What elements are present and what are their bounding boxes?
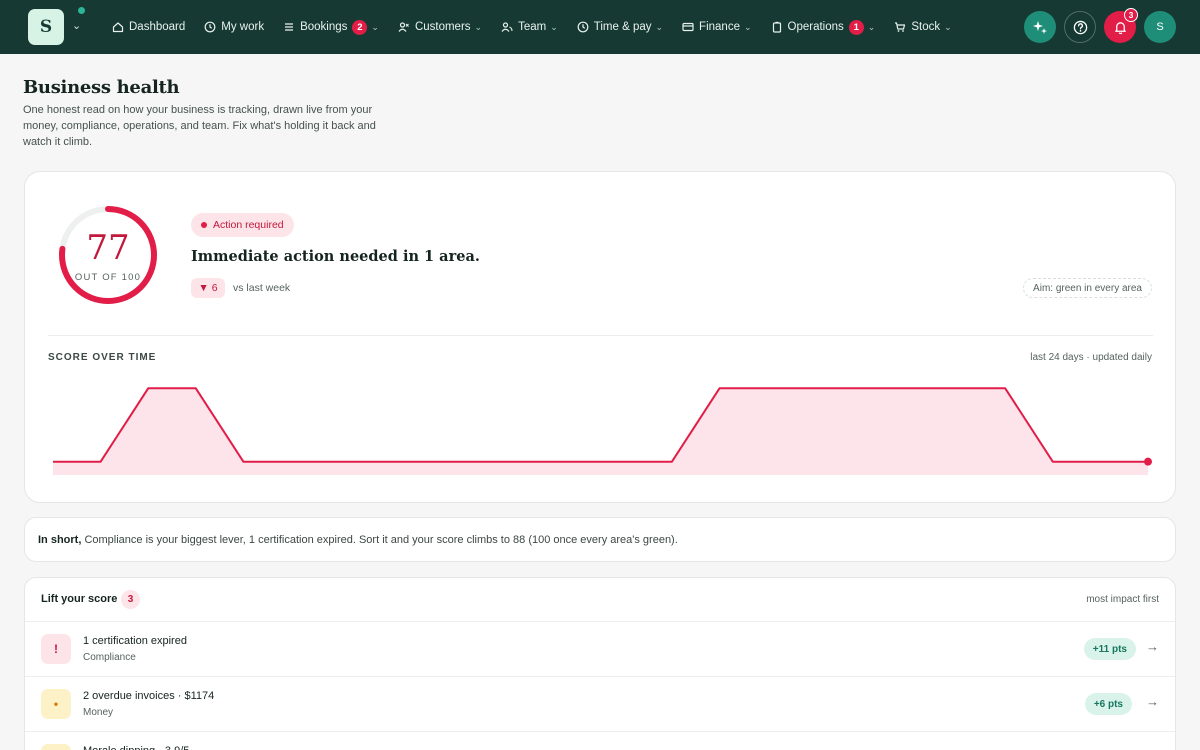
nav-item-my-work[interactable]: My work xyxy=(204,21,264,33)
chevron-down-icon: ⌄ xyxy=(655,21,664,32)
status-badge: Action required xyxy=(191,213,294,237)
team-icon xyxy=(501,22,513,32)
card-icon xyxy=(682,22,694,32)
nav-actions: 3 S xyxy=(1016,8,1176,43)
top-nav: S ⌄ Dashboard My work Bookings 2 ⌄ Customers ⌄… xyxy=(0,0,1200,54)
arrow-right-icon[interactable]: → xyxy=(1146,694,1159,709)
alert-icon: ! xyxy=(41,634,71,664)
nav-item-label: Finance xyxy=(699,21,740,33)
points-badge: +11 pts xyxy=(1083,638,1136,660)
nav-item-stock[interactable]: Stock ⌄ xyxy=(894,21,952,33)
workspace-chevron-down-icon[interactable]: ⌄ xyxy=(72,19,81,32)
lift-item-title: 2 overdue invoices · $1174 xyxy=(83,690,215,702)
divider xyxy=(48,335,1153,336)
online-status-dot xyxy=(78,7,85,14)
score-out-of: OUT OF 100 xyxy=(74,272,142,283)
score-ring: 77 OUT OF 100 xyxy=(57,204,159,306)
list-icon xyxy=(285,23,294,31)
nav-item-badge: 2 xyxy=(352,19,368,35)
arrow-right-icon[interactable]: → xyxy=(1146,639,1159,654)
chevron-down-icon: ⌄ xyxy=(944,21,952,32)
nav-item-label: Dashboard xyxy=(129,21,186,33)
score-value: 77 xyxy=(86,228,130,268)
nav-item-label: Operations xyxy=(787,21,844,33)
user-avatar[interactable]: S xyxy=(1144,11,1176,43)
points-badge: +6 pts xyxy=(1084,693,1132,715)
chevron-down-icon: ⌄ xyxy=(371,21,379,32)
chevron-down-icon: ⌄ xyxy=(474,21,483,32)
ai-assistant-button[interactable] xyxy=(1024,11,1056,43)
help-button[interactable] xyxy=(1064,11,1096,43)
home-icon xyxy=(112,22,124,33)
nav-item-label: Customers xyxy=(414,21,471,33)
aim-badge: Aim: green in every area xyxy=(1023,278,1152,298)
clipboard-icon xyxy=(772,21,781,33)
nav-item-label: Team xyxy=(518,21,547,33)
chevron-down-icon: ⌄ xyxy=(743,21,752,32)
face-icon xyxy=(41,744,71,750)
chevron-down-icon: ⌄ xyxy=(550,21,558,32)
nav-item-dashboard[interactable]: Dashboard xyxy=(112,21,185,33)
chevron-down-icon: ⌄ xyxy=(867,21,876,32)
nav-item-finance[interactable]: Finance ⌄ xyxy=(682,21,752,33)
summary-card: In short, Compliance is your biggest lev… xyxy=(24,517,1176,562)
lift-item-area: Money xyxy=(83,707,114,718)
nav-item-time-pay[interactable]: Time & pay ⌄ xyxy=(577,21,663,33)
clock-icon xyxy=(577,21,589,33)
help-icon xyxy=(1073,20,1087,34)
nav-item-customers[interactable]: Customers ⌄ xyxy=(398,21,482,33)
lift-item-title: 1 certification expired xyxy=(83,635,187,647)
lift-item[interactable]: • 2 overdue invoices · $1174 Money +6 pts → xyxy=(25,677,1175,732)
chart-title: SCORE OVER TIME xyxy=(48,352,157,363)
lift-title: Lift your score xyxy=(41,593,118,605)
lift-score-card: Lift your score 3 most impact first ! 1 c… xyxy=(24,577,1176,750)
users-icon xyxy=(398,22,409,32)
nav-item-team[interactable]: Team ⌄ xyxy=(501,21,558,33)
nav-menu: Dashboard My work Bookings 2 ⌄ Customers ⌄ Team… xyxy=(112,0,971,54)
score-delta-badge: ▼ 6 xyxy=(191,278,225,298)
score-headline: Immediate action needed in 1 area. xyxy=(191,248,480,265)
nav-item-label: Bookings xyxy=(300,21,348,33)
chart-meta: last 24 days · updated daily xyxy=(1030,352,1152,363)
chart-latest-point[interactable] xyxy=(1144,457,1152,466)
score-card: 77 OUT OF 100 Action required Immediate … xyxy=(24,171,1176,503)
app-logo[interactable]: S xyxy=(28,9,64,45)
summary-text: In short, Compliance is your biggest lev… xyxy=(38,534,678,546)
lift-sort-label: most impact first xyxy=(1086,594,1159,605)
lift-item[interactable]: Morale dipping · 3.9/5Team→ xyxy=(25,732,1175,750)
nav-item-badge: 1 xyxy=(848,19,864,35)
nav-item-label: Stock xyxy=(911,21,941,33)
notifications-button[interactable]: 3 xyxy=(1104,8,1138,43)
page-title: Business health xyxy=(23,77,180,98)
score-over-time-chart xyxy=(53,387,1152,475)
lift-count-badge: 3 xyxy=(121,590,140,609)
nav-item-operations[interactable]: Operations 1 ⌄ xyxy=(771,19,876,35)
summary-body: Compliance is your biggest lever, 1 cert… xyxy=(81,534,678,546)
summary-lead: In short, xyxy=(38,534,82,546)
lift-item-area: Compliance xyxy=(83,652,136,663)
lift-item[interactable]: ! 1 certification expired Compliance +11 pt… xyxy=(25,622,1175,677)
bell-icon xyxy=(1114,21,1126,34)
page-description: One honest read on how your business is … xyxy=(23,104,376,148)
nav-item-label: My work xyxy=(221,21,265,33)
dot-icon: • xyxy=(41,689,71,719)
lift-item-title: Morale dipping · 3.9/5 xyxy=(83,745,189,750)
sparkle-icon xyxy=(1033,21,1047,34)
nav-item-bookings[interactable]: Bookings 2 ⌄ xyxy=(283,19,379,35)
clock-icon xyxy=(204,21,216,33)
notifications-count-badge: 3 xyxy=(1124,8,1138,22)
cart-icon xyxy=(895,22,906,32)
score-delta-label: vs last week xyxy=(233,282,291,294)
nav-item-label: Time & pay xyxy=(593,21,652,33)
